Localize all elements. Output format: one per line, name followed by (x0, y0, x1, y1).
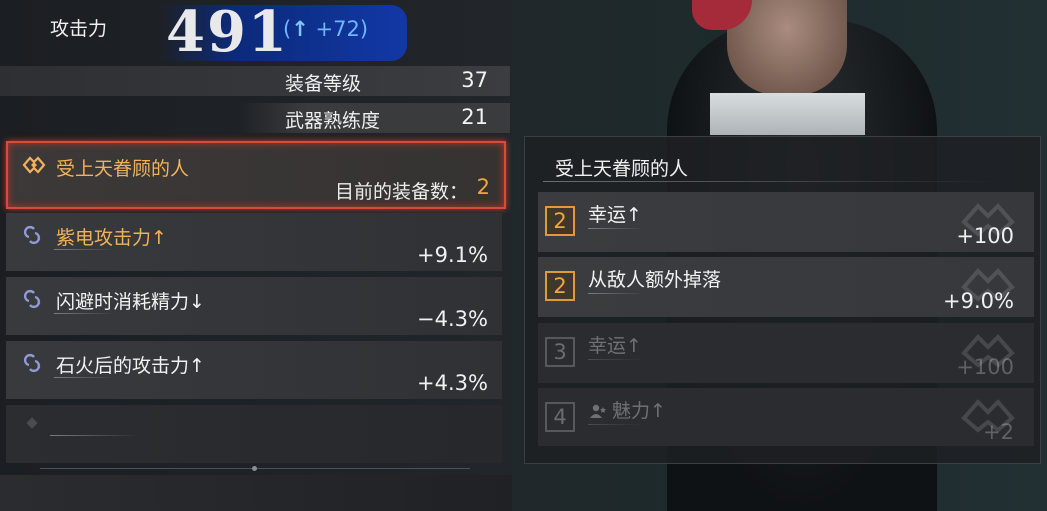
bonus-name-with-icon: 魅力↑ (588, 396, 666, 423)
stat-value: 21 (461, 105, 488, 129)
skill-card[interactable]: 石火后的攻击力↑ +4.3% (6, 341, 502, 399)
detail-title: 受上天眷顾的人 (555, 158, 689, 180)
set-bond-icon (22, 156, 46, 174)
bonus-underline (588, 228, 644, 229)
bonus-tier-badge: 2 (545, 206, 575, 236)
set-count-label: 目前的装备数： (334, 181, 468, 203)
set-emblem-watermark-icon (961, 203, 1015, 237)
set-bonus-row: 2 从敌人额外掉落 +9.0% (538, 257, 1034, 317)
link-icon (23, 289, 41, 309)
skill-name: 石火后的攻击力↑ (56, 355, 205, 377)
detail-title-divider (543, 181, 1003, 182)
bonus-underline (588, 293, 644, 294)
charm-icon (590, 404, 606, 418)
stat-row-weapon-proficiency: 武器熟练度 21 (240, 103, 510, 133)
set-bonus-card-selected[interactable]: 受上天眷顾的人 目前的装备数： 2 (6, 141, 506, 209)
attack-label: 攻击力 (50, 18, 108, 40)
stat-label: 装备等级 (285, 73, 362, 95)
attack-value: 491 (166, 0, 289, 65)
set-bonus-row: 2 幸运↑ +100 (538, 192, 1034, 252)
set-count-value: 2 (476, 175, 490, 199)
character-top (710, 93, 865, 135)
skill-card[interactable]: 闪避时消耗精力↓ −4.3% (6, 277, 502, 335)
attack-delta-value: +72 (315, 17, 360, 41)
bonus-underline (588, 359, 644, 360)
set-detail-panel: 受上天眷顾的人 2 幸运↑ +100 2 从敌人额外掉落 +9.0% 3 幸运↑… (524, 136, 1041, 464)
skill-name: 紫电攻击力↑ (56, 227, 167, 249)
bonus-underline (588, 424, 644, 425)
set-emblem-watermark-icon (961, 268, 1015, 302)
link-icon (23, 353, 41, 373)
equipment-stats-panel: 攻击力 491 (↑ +72) 装备等级 37 武器熟练度 21 受上天眷顾的人… (0, 0, 512, 511)
link-icon (23, 225, 41, 245)
set-bonus-row-locked: 4 魅力↑ +2 (538, 388, 1034, 446)
set-name: 受上天眷顾的人 (56, 158, 190, 180)
stat-label: 武器熟练度 (285, 110, 381, 132)
bonus-name: 从敌人额外掉落 (588, 269, 722, 291)
skill-value: +9.1% (417, 243, 488, 267)
set-emblem-watermark-icon (961, 399, 1015, 433)
bonus-tier-badge: 2 (545, 271, 575, 301)
stat-row-equip-level: 装备等级 37 (0, 66, 510, 96)
list-scroll-thumb[interactable] (252, 466, 257, 471)
empty-skill-slot[interactable] (6, 405, 502, 463)
set-emblem-watermark-icon (961, 334, 1015, 368)
bonus-name: 幸运↑ (588, 335, 642, 357)
skill-card[interactable]: 紫电攻击力↑ +9.1% (6, 213, 502, 271)
empty-slot-diamond-icon (26, 417, 38, 429)
bottom-bar (0, 475, 512, 511)
skill-value: −4.3% (417, 307, 488, 331)
skill-underline (54, 249, 114, 250)
stat-value: 37 (461, 68, 488, 92)
set-bonus-row-locked: 3 幸运↑ +100 (538, 323, 1034, 383)
skill-underline (54, 313, 114, 314)
bonus-name: 幸运↑ (588, 204, 642, 226)
skill-name: 闪避时消耗精力↓ (56, 291, 205, 313)
empty-slot-underline (50, 435, 140, 436)
bonus-tier-badge: 4 (545, 402, 575, 432)
skill-value: +4.3% (417, 371, 488, 395)
attack-up-arrow-icon: ↑ (291, 17, 309, 41)
bonus-name: 魅力↑ (612, 400, 666, 422)
bonus-tier-badge: 3 (545, 337, 575, 367)
attack-delta: (↑ +72) (283, 17, 369, 41)
skill-underline (54, 377, 114, 378)
